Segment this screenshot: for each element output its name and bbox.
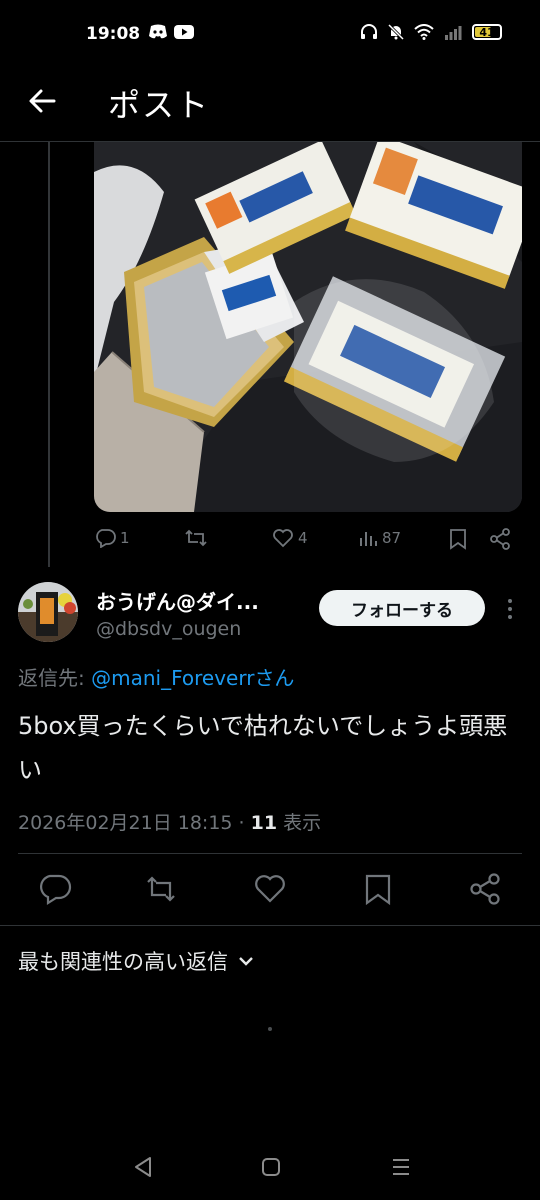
views-count: 87 — [382, 529, 402, 547]
view-label: 表示 — [277, 812, 322, 834]
retweet-icon — [185, 529, 207, 547]
reply-to-mention-link[interactable]: @mani_Foreverr — [91, 666, 254, 690]
retweet-icon[interactable] — [144, 872, 178, 906]
heart-icon — [273, 529, 293, 548]
reply-to-suffix[interactable]: さん — [254, 666, 294, 690]
post-text: 5box買ったくらいで枯れないでしょうよ頭悪い — [18, 712, 508, 784]
analytics-icon — [360, 532, 377, 546]
reply-sort-dropdown[interactable]: 最も関連性の高い返信 — [18, 946, 254, 976]
metadata-divider — [18, 853, 522, 854]
youtube-icon — [174, 25, 194, 39]
like-count: 4 — [298, 529, 308, 547]
reply-action[interactable]: 1 — [94, 528, 130, 548]
back-arrow-icon[interactable] — [28, 86, 56, 116]
heart-icon[interactable] — [253, 872, 287, 906]
more-options-icon[interactable] — [500, 596, 520, 622]
share-icon[interactable] — [489, 528, 511, 550]
bookmark-icon[interactable] — [449, 528, 467, 550]
discord-icon — [149, 24, 167, 39]
avatar-image — [18, 582, 78, 642]
status-notification-icons — [148, 24, 194, 40]
status-system-icons: 41 — [360, 24, 502, 40]
chevron-down-icon — [239, 957, 253, 966]
reply-icon[interactable] — [38, 872, 72, 906]
reply-to-prefix: 返信先: — [18, 666, 92, 690]
display-name[interactable]: おうげん@ダイ... — [96, 586, 259, 615]
bookmark-icon[interactable] — [361, 872, 395, 906]
post-media-image[interactable] — [94, 142, 522, 512]
wifi-icon — [414, 24, 434, 40]
actions-divider — [0, 925, 540, 926]
battery-level: 41 — [479, 25, 495, 39]
signal-icon — [445, 26, 462, 40]
headphones-icon — [361, 24, 377, 39]
mute-icon — [388, 24, 404, 40]
sort-label: 最も関連性の高い返信 — [18, 950, 228, 974]
user-handle[interactable]: @dbsdv_ougen — [96, 618, 241, 640]
reply-count: 1 — [120, 529, 130, 547]
share-icon[interactable] — [468, 872, 502, 906]
loading-indicator — [268, 1027, 272, 1031]
views-action[interactable]: 87 — [358, 528, 401, 548]
reply-to-line: 返信先: @mani_Foreverrさん — [18, 662, 294, 691]
view-count: 11 — [250, 812, 278, 834]
follow-button[interactable]: フォローする — [319, 590, 485, 626]
reply-icon — [96, 529, 116, 548]
post-metadata: 2026年02月21日 18:15 · 11 表示 — [18, 808, 321, 835]
status-bar: 19:08 41 — [0, 0, 540, 72]
retweet-action[interactable] — [184, 528, 212, 548]
page-title: ポスト — [108, 86, 211, 124]
nav-home-icon[interactable] — [254, 1150, 288, 1184]
avatar[interactable] — [18, 582, 78, 642]
battery-icon: 41 — [472, 24, 502, 40]
media-photo-illustration — [94, 142, 522, 512]
status-time: 19:08 — [86, 24, 141, 44]
thread-connector-line — [48, 142, 50, 567]
nav-back-icon[interactable] — [126, 1150, 160, 1184]
like-action[interactable]: 4 — [272, 528, 308, 548]
nav-recents-icon[interactable] — [384, 1150, 418, 1184]
post-timestamp[interactable]: 2026年02月21日 18:15 · — [18, 812, 251, 834]
